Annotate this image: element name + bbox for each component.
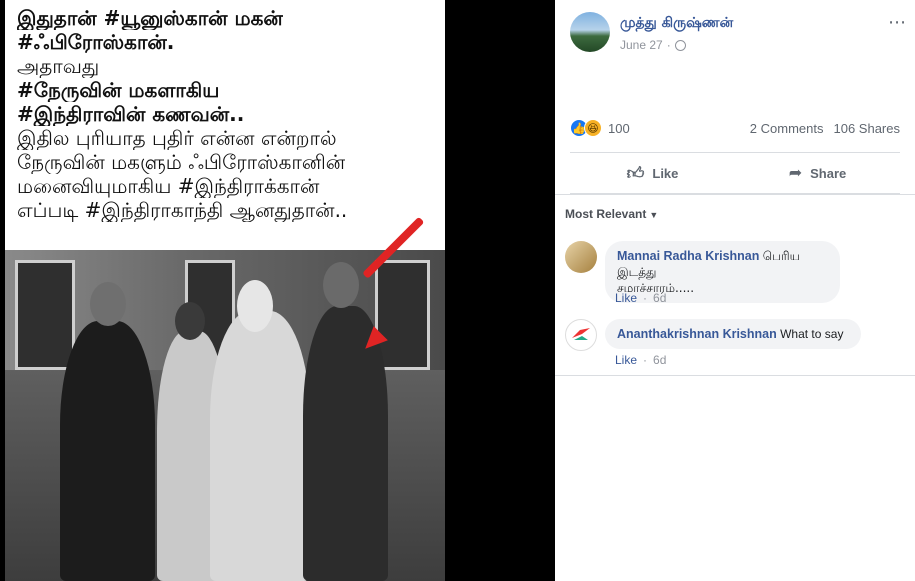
person-head: [323, 262, 359, 308]
post-header: முத்து கிருஷ்ணன் June 27 · ⋯: [570, 12, 906, 56]
comment-item: Ananthakrishnan Krishnan What to say Lik…: [565, 319, 905, 367]
person-head: [175, 302, 205, 340]
thumbs-up-icon: 👍︎: [626, 163, 645, 183]
haha-reaction-icon: 😆: [584, 119, 602, 137]
photo-window: [15, 260, 75, 370]
author-name[interactable]: முத்து கிருஷ்ணன்: [620, 15, 733, 33]
comments-section: Most Relevant ▼ Mannai Radha Krishnan பெர…: [555, 194, 915, 581]
caption-line: #நேருவின் மகளாகிய: [17, 78, 220, 102]
person-figure: [60, 321, 155, 581]
commenter-name[interactable]: Mannai Radha Krishnan: [617, 249, 759, 263]
comment-time[interactable]: 6d: [653, 353, 666, 367]
post-meta: June 27 ·: [620, 38, 686, 52]
author-avatar[interactable]: [570, 12, 610, 52]
dot-separator: ·: [643, 353, 648, 367]
facebook-photo-viewer: இதுதான் #யூனுஸ்கான் மகன் #ஃபிரோஸ்கான். அ…: [0, 0, 915, 581]
comments-divider: [555, 375, 915, 376]
comment-text: What to say: [780, 327, 844, 341]
comment-sort-dropdown[interactable]: Most Relevant ▼: [565, 207, 658, 221]
comments-count-link[interactable]: 2 Comments: [750, 121, 824, 136]
photo-window: [375, 260, 430, 370]
person-head: [90, 282, 126, 326]
commenter-avatar[interactable]: [565, 241, 597, 273]
caption-line: எப்படி #இந்திராகாந்தி ஆனதுதான்..: [17, 198, 348, 222]
caption-line: #ஃபிரோஸ்கான்.: [17, 30, 175, 54]
caption-line: இதில புரியாத புதிர் என்ன என்றால்: [17, 126, 337, 150]
post-stats: 👍 😆 100 2 Comments 106 Shares: [570, 117, 900, 141]
dot-separator: ·: [643, 291, 648, 305]
comment-time[interactable]: 6d: [653, 291, 666, 305]
comment-like-link[interactable]: Like: [615, 353, 637, 367]
post-side-panel: முத்து கிருஷ்ணன் June 27 · ⋯ 👍 😆 100 2 C…: [555, 0, 915, 581]
meta-separator: ·: [666, 38, 671, 52]
comment-bubble: Ananthakrishnan Krishnan What to say: [605, 319, 861, 349]
share-button[interactable]: ➦ Share: [735, 153, 900, 193]
reactions-summary[interactable]: 👍 😆 100: [570, 119, 630, 137]
caret-down-icon: ▼: [649, 210, 659, 220]
photo-caption: இதுதான் #யூனுஸ்கான் மகன் #ஃபிரோஸ்கான். அ…: [17, 6, 442, 222]
globe-icon[interactable]: [674, 39, 686, 51]
shares-count-link[interactable]: 106 Shares: [834, 121, 901, 136]
person-figure: [210, 311, 310, 581]
caption-line: #இந்திராவின் கணவன்..: [17, 102, 245, 126]
like-button[interactable]: 👍︎ Like: [570, 153, 735, 193]
comment-footer: Like · 6d: [615, 291, 666, 305]
caption-line: மனைவியுமாகிய #இந்திராக்கான்: [17, 174, 320, 198]
comment-item: Mannai Radha Krishnan பெரிய இடத்து சமாச்…: [565, 241, 905, 309]
caption-line: நேருவின் மகளும் ஃபிரோஸ்கானின்: [17, 150, 346, 174]
bird-logo-icon: [572, 328, 590, 340]
post-date[interactable]: June 27: [620, 38, 663, 52]
caption-line: அதாவது: [17, 54, 100, 78]
share-button-label: Share: [810, 165, 847, 181]
caption-line: இதுதான் #யூனுஸ்கான் மகன்: [17, 6, 283, 30]
historic-photograph: [5, 250, 445, 581]
commenter-avatar[interactable]: [565, 319, 597, 351]
comment-footer: Like · 6d: [615, 353, 666, 367]
commenter-name[interactable]: Ananthakrishnan Krishnan: [617, 327, 777, 341]
share-arrow-icon: ➦: [788, 165, 803, 182]
person-head: [237, 280, 273, 332]
post-photo[interactable]: இதுதான் #யூனுஸ்கான் மகன் #ஃபிரோஸ்கான். அ…: [5, 0, 445, 581]
reaction-count: 100: [608, 120, 630, 136]
comment-like-link[interactable]: Like: [615, 291, 637, 305]
like-button-label: Like: [652, 165, 679, 181]
photo-pane: இதுதான் #யூனுஸ்கான் மகன் #ஃபிரோஸ்கான். அ…: [0, 0, 555, 581]
more-options-icon[interactable]: ⋯: [888, 12, 906, 33]
engagement-counts: 2 Comments 106 Shares: [750, 121, 900, 136]
sort-label: Most Relevant: [565, 207, 647, 221]
post-actions-bar: 👍︎ Like ➦ Share: [570, 152, 900, 194]
